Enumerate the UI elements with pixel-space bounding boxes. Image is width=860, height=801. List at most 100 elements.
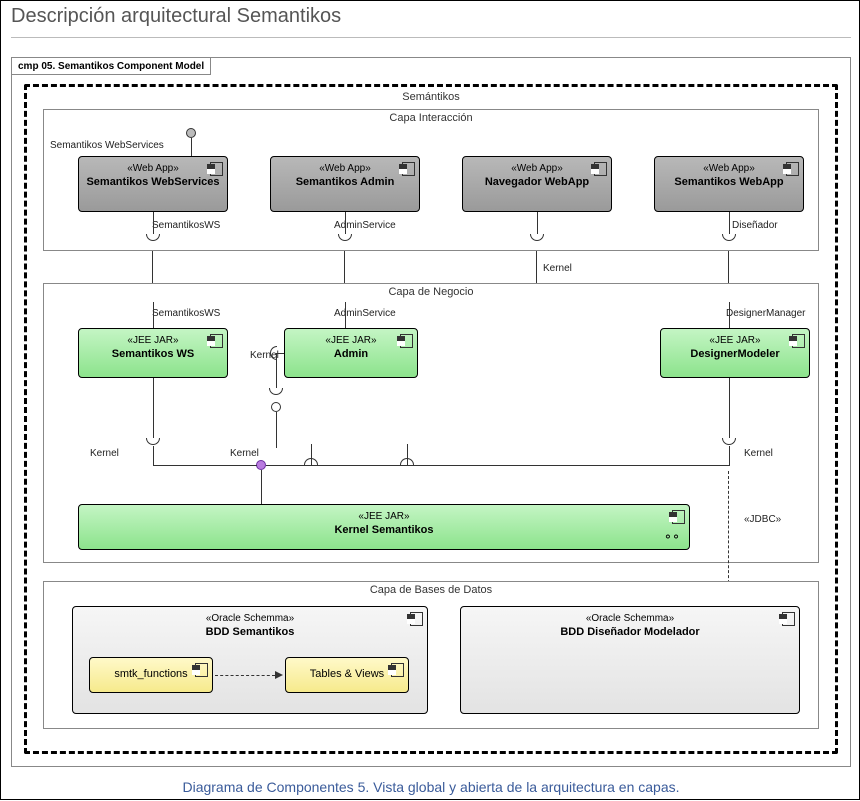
- label-ws-port: Semantikos WebServices: [50, 140, 164, 151]
- connector: [153, 378, 154, 438]
- comp-ws-webapp: «Web App» Semantikos WebServices: [78, 156, 228, 212]
- label-jdbc: «JDBC»: [744, 514, 781, 525]
- comp-designer-jar: «JEE JAR» DesignerModeler: [660, 328, 810, 378]
- connector: [266, 465, 730, 466]
- comp-smtk-functions: smtk_functions: [89, 657, 213, 693]
- stereotype: «Web App»: [271, 163, 419, 176]
- stereotype: «JEE JAR»: [79, 511, 689, 524]
- connector: [729, 446, 730, 466]
- component-icon: [207, 162, 221, 174]
- connector: [729, 378, 730, 438]
- layer-data-title: Capa de Bases de Datos: [44, 584, 818, 596]
- connector: [537, 212, 538, 234]
- connector: [345, 212, 346, 234]
- required-socket: [530, 234, 544, 241]
- layer-business-title: Capa de Negocio: [44, 286, 818, 298]
- connector: [215, 675, 275, 676]
- required-socket: [269, 388, 283, 395]
- port-ball: [186, 128, 196, 138]
- label-semws: SemantikosWS: [152, 220, 220, 231]
- label-designer: Diseñador: [732, 220, 778, 231]
- provided-ball: [271, 402, 281, 412]
- component-icon: [669, 510, 683, 522]
- stereotype: «JEE JAR»: [79, 335, 227, 348]
- stereotype: «Oracle Schemma»: [461, 613, 799, 626]
- page-title: Descripción arquitectural Semantikos: [11, 5, 341, 28]
- connector: [153, 212, 154, 234]
- connector: [311, 444, 312, 466]
- label-kernel: Kernel: [543, 263, 572, 274]
- arrowhead-icon: [275, 671, 283, 679]
- divider: [11, 37, 851, 38]
- component-name: BDD Semantikos: [73, 626, 427, 640]
- required-socket: [338, 234, 352, 241]
- component-name: Semantikos WebServices: [79, 176, 227, 190]
- component-icon: [789, 334, 803, 346]
- label-designermgr: DesignerManager: [726, 308, 806, 319]
- connector: [191, 138, 192, 156]
- connector-jdbc: [728, 471, 729, 593]
- required-socket: [146, 438, 160, 445]
- figure-caption: Diagrama de Componentes 5. Vista global …: [1, 779, 860, 795]
- component-name: Admin: [285, 348, 417, 362]
- component-icon: [397, 334, 411, 346]
- label-adminsvc: AdminService: [334, 308, 396, 319]
- component-name: Navegador WebApp: [463, 176, 611, 190]
- comp-admin-jar: «JEE JAR» Admin: [284, 328, 418, 378]
- layer-data: Capa de Bases de Datos «Oracle Schemma» …: [43, 581, 819, 729]
- connector: [345, 302, 346, 328]
- connector: [276, 353, 284, 354]
- connector: [153, 302, 154, 328]
- stereotype: «JEE JAR»: [661, 335, 809, 348]
- provided-ball: [256, 460, 266, 470]
- diagram-frame: cmp 05. Semantikos Component Model Semán…: [11, 57, 851, 767]
- system-boundary: Semántikos Capa Interacción Semantikos W…: [24, 84, 838, 754]
- label-kernel: Kernel: [744, 448, 773, 459]
- component-icon: [207, 334, 221, 346]
- comp-bdd-semantikos: «Oracle Schemma» BDD Semantikos smtk_fun…: [72, 606, 428, 714]
- component-icon: [407, 612, 421, 624]
- component-name: Semantikos WS: [79, 348, 227, 362]
- component-name: DesignerModeler: [661, 348, 809, 362]
- connector: [276, 354, 277, 388]
- stereotype: «Web App»: [463, 163, 611, 176]
- comp-ws-jar: «JEE JAR» Semantikos WS: [78, 328, 228, 378]
- component-icon: [192, 663, 206, 675]
- comp-kernel: «JEE JAR» Kernel Semantikos ⚬⚬: [78, 504, 690, 550]
- label-adminsvc: AdminService: [334, 220, 396, 231]
- connector: [261, 470, 262, 504]
- component-name: BDD Diseñador Modelador: [461, 626, 799, 640]
- component-name: Kernel Semantikos: [79, 524, 689, 538]
- connector: [729, 212, 730, 234]
- comp-sem-webapp: «Web App» Semantikos WebApp: [654, 156, 804, 212]
- component-name: Semantikos Admin: [271, 176, 419, 190]
- label-kernel: Kernel: [230, 448, 259, 459]
- stereotype: «Oracle Schemma»: [73, 613, 427, 626]
- component-icon: [388, 663, 402, 675]
- component-icon: [399, 162, 413, 174]
- component-icon: [591, 162, 605, 174]
- stereotype: «Web App»: [79, 163, 227, 176]
- classifier-icon: ⚬⚬: [663, 530, 679, 545]
- connector: [276, 412, 277, 448]
- connector: [153, 446, 154, 466]
- stereotype: «Web App»: [655, 163, 803, 176]
- system-name: Semántikos: [27, 91, 835, 103]
- label-kernel: Kernel: [90, 448, 119, 459]
- component-icon: [783, 162, 797, 174]
- component-name: Semantikos WebApp: [655, 176, 803, 190]
- connector: [407, 444, 408, 466]
- comp-admin-webapp: «Web App» Semantikos Admin: [270, 156, 420, 212]
- component-icon: [779, 612, 793, 624]
- required-socket: [722, 438, 736, 445]
- layer-interaction: Capa Interacción Semantikos WebServices …: [43, 109, 819, 251]
- comp-tables-views: Tables & Views: [285, 657, 409, 693]
- required-socket: [722, 234, 736, 241]
- connector: [153, 465, 257, 466]
- comp-nav-webapp: «Web App» Navegador WebApp: [462, 156, 612, 212]
- label-semws: SemantikosWS: [152, 308, 220, 319]
- comp-bdd-disenador: «Oracle Schemma» BDD Diseñador Modelador: [460, 606, 800, 714]
- frame-label: cmp 05. Semantikos Component Model: [11, 57, 211, 75]
- connector: [729, 302, 730, 328]
- required-socket: [146, 234, 160, 241]
